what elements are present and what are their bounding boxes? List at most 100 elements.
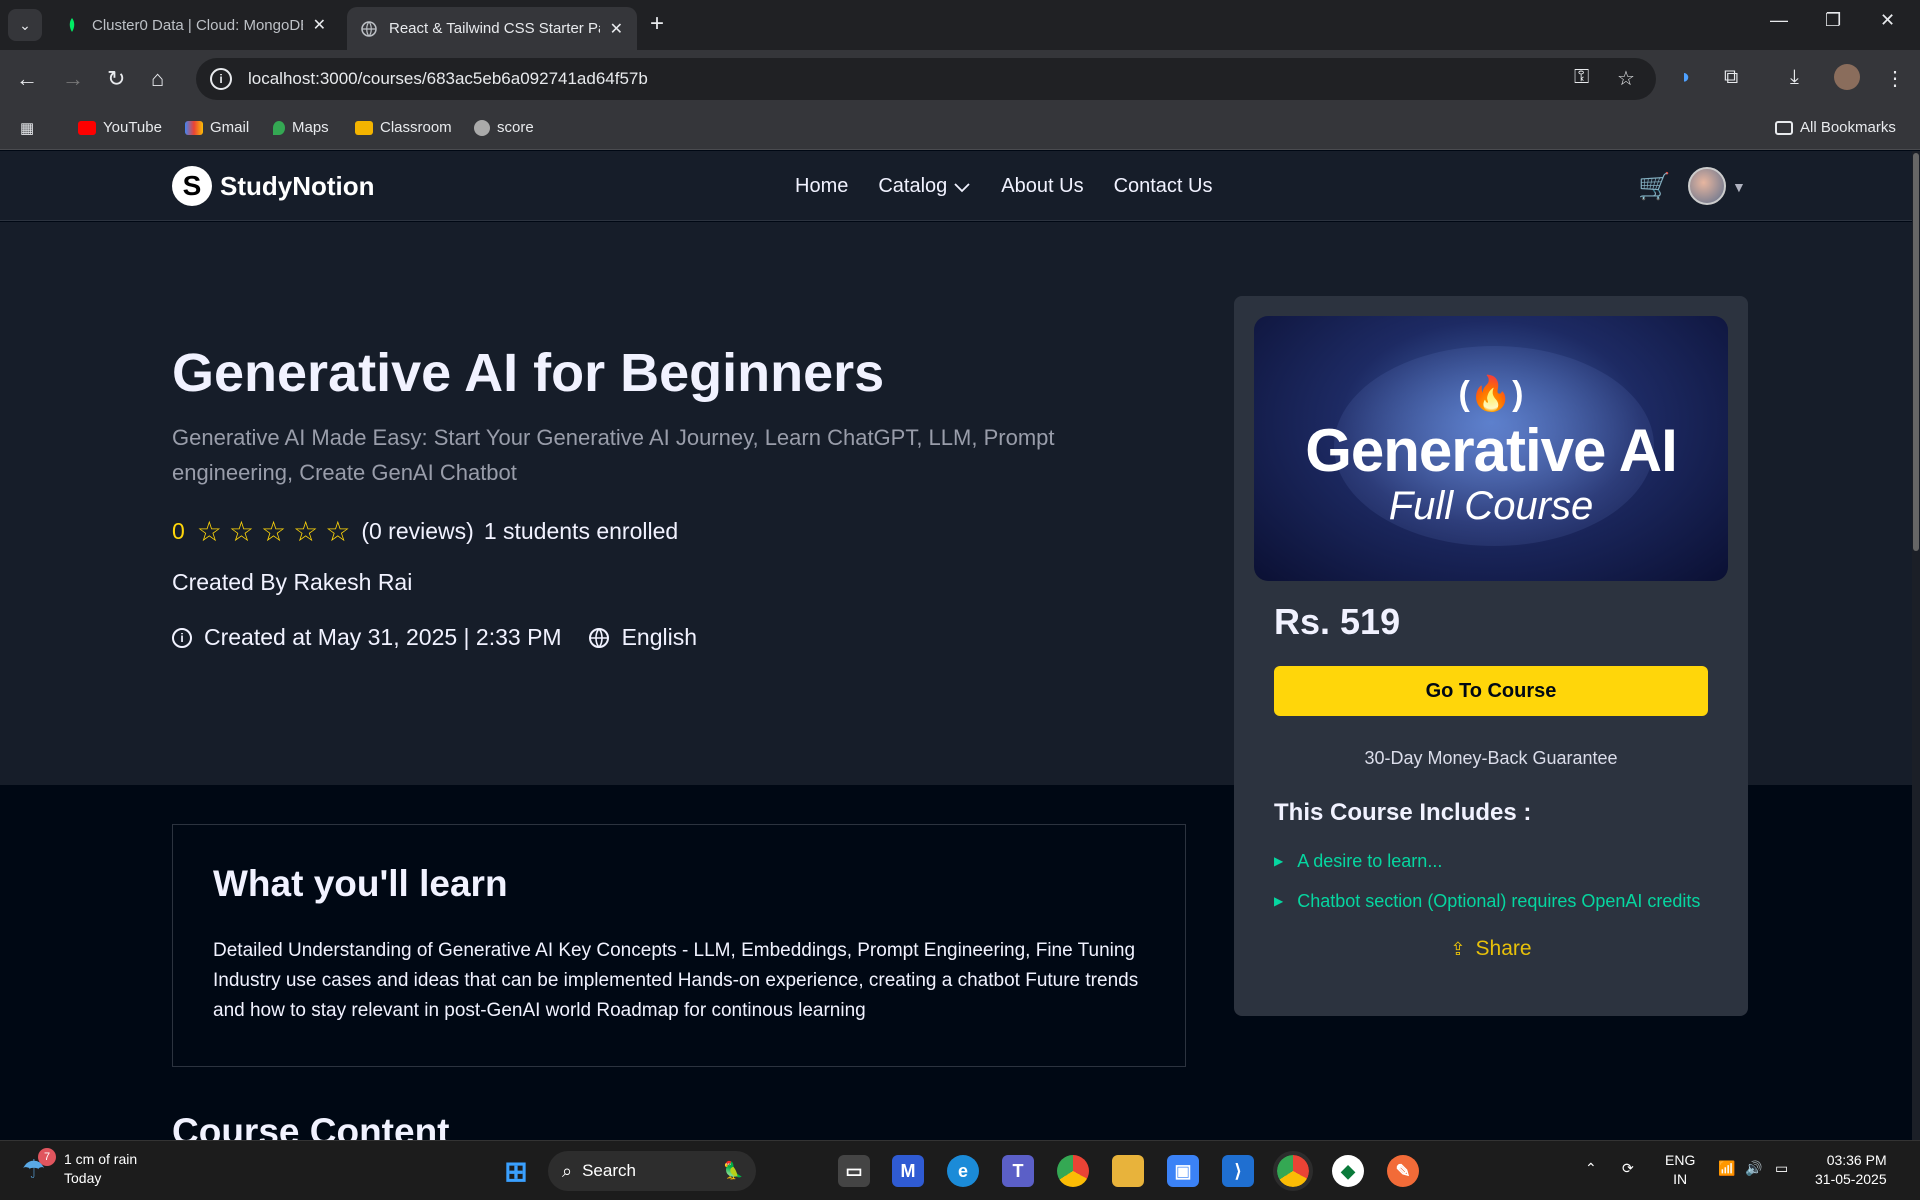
learn-body: Detailed Understanding of Generative AI … (213, 940, 1139, 1021)
info-icon: i (172, 627, 192, 648)
new-tab-button[interactable]: + (650, 10, 664, 38)
nav-catalog[interactable]: Catalog (878, 175, 971, 198)
rating-value: 0 (172, 518, 185, 544)
review-count: (0 reviews) (361, 518, 474, 544)
weather-widget[interactable]: ☂ 7 1 cm of rain Today (22, 1148, 138, 1188)
what-you-learn-box: What you'll learn Detailed Understanding… (172, 824, 1186, 1067)
minimize-icon[interactable]: — (1770, 10, 1788, 31)
tab-react-tailwind[interactable]: React & Tailwind CSS Starter Pack ✕ (347, 7, 637, 50)
includes-list: ▶ A desire to learn... ▶ Chatbot section (… (1274, 841, 1700, 921)
rating-row: 0 ☆ ☆ ☆ ☆ ☆ (0 reviews) 1 students enrol… (172, 515, 678, 548)
site-logo[interactable]: S StudyNotion (172, 166, 375, 206)
address-bar[interactable]: i localhost:3000/courses/683ac5eb6a09274… (196, 58, 1656, 100)
globe-icon (474, 119, 490, 136)
course-title: Generative AI for Beginners (172, 343, 885, 403)
url-text[interactable]: localhost:3000/courses/683ac5eb6a092741a… (248, 69, 648, 89)
course-thumbnail: (🔥) Generative AI Full Course (1254, 316, 1728, 581)
edge-icon[interactable]: e (947, 1155, 979, 1187)
download-icon[interactable]: ⤓ (1790, 66, 1799, 89)
folder-icon (1775, 120, 1793, 135)
home-icon[interactable]: ⌂ (151, 66, 164, 92)
share-button[interactable]: ⇪ Share (1234, 937, 1748, 961)
logo-text: StudyNotion (220, 170, 375, 201)
close-icon[interactable]: ✕ (610, 19, 623, 39)
vscode-icon[interactable]: ⟩ (1222, 1155, 1254, 1187)
tab-search-button[interactable]: ⌄ (8, 9, 42, 41)
apps-grid-icon[interactable]: ▦ (20, 119, 34, 137)
postman-icon[interactable]: ✎ (1387, 1155, 1419, 1187)
avatar[interactable] (1688, 167, 1726, 205)
star-icon: ☆ (293, 516, 319, 547)
umbrella-icon: ☂ 7 (22, 1148, 56, 1184)
scrollbar-thumb[interactable] (1913, 153, 1919, 551)
password-key-icon[interactable]: ⚿ (1574, 66, 1589, 89)
extensions-puzzle-icon[interactable]: ⧉ (1724, 66, 1738, 89)
caret-right-icon: ▶ (1274, 894, 1284, 908)
restore-icon[interactable]: ❐ (1825, 10, 1841, 31)
globe-icon (588, 627, 609, 648)
battery-icon[interactable]: ▭ (1775, 1159, 1788, 1178)
bookmark-classroom[interactable]: Classroom (355, 119, 452, 136)
weather-line1: 1 cm of rain (64, 1151, 138, 1167)
browser-tab-bar: ⌄ Cluster0 Data | Cloud: MongoDB ✕ React… (0, 0, 1920, 50)
thumbnail-title: Generative AI (1305, 417, 1678, 484)
windows-start-icon[interactable]: ⊞ (500, 1155, 532, 1187)
nav-about[interactable]: About Us (1001, 175, 1083, 198)
teams-icon[interactable]: T (1002, 1155, 1034, 1187)
forward-icon[interactable]: → (62, 66, 84, 92)
volume-icon[interactable]: 🔊 (1745, 1159, 1762, 1178)
youtube-icon (78, 120, 96, 135)
language-indicator[interactable]: ENG IN (1665, 1151, 1695, 1189)
task-view-icon[interactable]: ▭ (838, 1155, 870, 1187)
course-language: English (621, 624, 698, 650)
nav-contact[interactable]: Contact Us (1114, 175, 1213, 198)
bookmark-score[interactable]: score (474, 119, 534, 136)
nav-home[interactable]: Home (795, 175, 848, 198)
star-icon: ☆ (325, 516, 351, 547)
taskbar-search[interactable]: ⌕ Search 🦜 (548, 1151, 756, 1191)
all-bookmarks[interactable]: All Bookmarks (1775, 119, 1896, 136)
weather-badge: 7 (38, 1148, 56, 1166)
menu-kebab-icon[interactable]: ⋮ (1885, 66, 1905, 91)
list-item: ▶ Chatbot section (Optional) requires Ope… (1274, 890, 1701, 911)
bookmark-star-icon[interactable]: ☆ (1617, 66, 1635, 91)
tab-title: Cluster0 Data | Cloud: MongoDB (92, 16, 303, 34)
chevron-up-icon[interactable]: ⌃ (1585, 1159, 1597, 1178)
bookmarks-bar: ▦ YouTube Gmail Maps Classroom score All… (0, 108, 1920, 150)
close-window-icon[interactable]: ✕ (1880, 10, 1895, 31)
search-icon: ⌕ (562, 1160, 573, 1181)
wifi-icon[interactable]: 📶 (1718, 1159, 1735, 1178)
mongodb-compass-icon[interactable]: ◆ (1332, 1155, 1364, 1187)
bookmark-youtube[interactable]: YouTube (78, 119, 162, 136)
sync-icon[interactable]: ⟳ (1622, 1159, 1634, 1178)
clock[interactable]: 03:36 PM 31-05-2025 (1815, 1151, 1887, 1189)
tab-title: React & Tailwind CSS Starter Pack (389, 20, 600, 37)
nav-links: Home Catalog About Us Contact Us (795, 175, 1213, 198)
tab-mongodb[interactable]: Cluster0 Data | Cloud: MongoDB ✕ (50, 7, 340, 43)
page-scrollbar[interactable] (1912, 151, 1920, 1140)
app-icon[interactable]: M (892, 1155, 924, 1187)
go-to-course-button[interactable]: Go To Course (1274, 666, 1708, 716)
chrome-icon[interactable] (1057, 1155, 1089, 1187)
thumbnail-logo: (🔥) (1458, 375, 1524, 413)
store-icon[interactable]: ▣ (1167, 1155, 1199, 1187)
logo-mark: S (172, 166, 212, 206)
windows-taskbar: ☂ 7 1 cm of rain Today ⊞ ⌕ Search 🦜 ▭ M e… (0, 1140, 1920, 1200)
caret-down-icon[interactable]: ▼ (1732, 179, 1746, 195)
web-page: S StudyNotion Home Catalog About Us Cont… (0, 151, 1920, 1140)
course-subtitle: Generative AI Made Easy: Start Your Gene… (172, 425, 1055, 485)
cart-icon[interactable]: 🛒 (1638, 171, 1670, 202)
bookmark-maps[interactable]: Maps (273, 119, 329, 136)
file-explorer-icon[interactable] (1112, 1155, 1144, 1187)
site-info-icon[interactable]: i (210, 68, 232, 90)
share-icon: ⇪ (1450, 938, 1466, 959)
profile-avatar-icon[interactable] (1834, 64, 1860, 90)
bookmark-gmail[interactable]: Gmail (185, 119, 249, 136)
star-icon: ☆ (228, 516, 255, 547)
maps-pin-icon (273, 120, 285, 135)
close-icon[interactable]: ✕ (313, 15, 326, 35)
back-icon[interactable]: ← (16, 66, 38, 92)
reload-icon[interactable]: ↻ (107, 66, 125, 92)
extension-icon[interactable]: ◗ (1680, 66, 1692, 89)
chrome-active-icon[interactable] (1273, 1151, 1313, 1191)
